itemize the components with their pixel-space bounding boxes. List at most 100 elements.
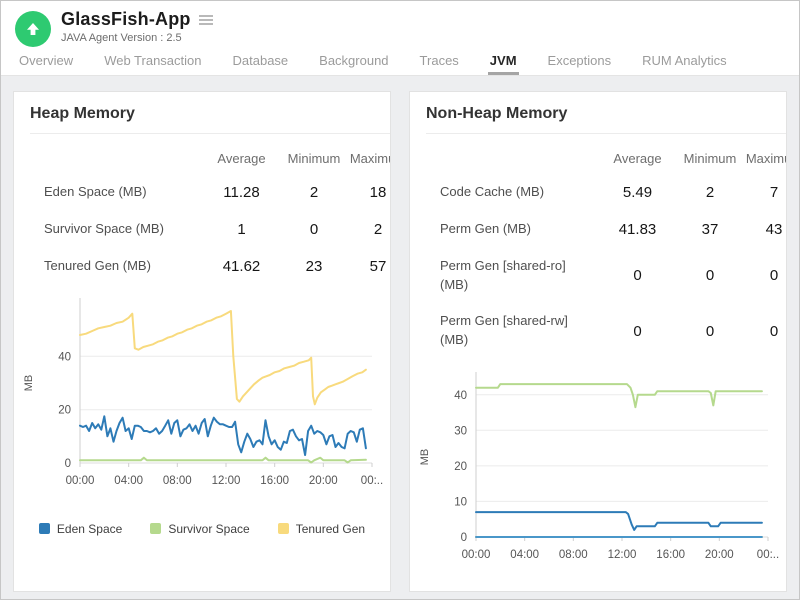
table-row: Perm Gen (MB) 41.83 37 43: [410, 211, 787, 248]
min-value: 0: [680, 267, 740, 284]
metric-label: Perm Gen (MB): [410, 220, 595, 239]
x-tick-label: 20:00: [309, 475, 338, 487]
max-value: 2: [344, 221, 391, 238]
legend-swatch: [278, 523, 289, 534]
series-line-tenured-gen: [80, 311, 366, 404]
col-average: Average: [199, 151, 284, 166]
x-tick-label: 04:00: [114, 475, 143, 487]
table-row: Code Cache (MB) 5.49 2 7: [410, 174, 787, 211]
y-tick-label: 0: [65, 458, 71, 470]
max-value: 0: [740, 267, 787, 284]
x-tick-label: 08:00: [163, 475, 192, 487]
x-tick-label: 00:..: [361, 475, 383, 487]
min-value: 0: [284, 221, 344, 238]
legend-swatch: [39, 523, 50, 534]
metric-label: Survivor Space (MB): [14, 220, 199, 239]
min-value: 0: [680, 323, 740, 340]
avg-value: 0: [595, 267, 680, 284]
table-row: Survivor Space (MB) 1 0 2: [14, 211, 391, 248]
series-line-perm-gen: [476, 384, 762, 407]
non-heap-memory-chart: 01020304000:0004:0008:0012:0016:0020:000…: [414, 367, 786, 588]
x-tick-label: 00:00: [66, 475, 95, 487]
metric-label: Perm Gen [shared-rw] (MB): [410, 312, 595, 350]
table-header-row: Average Minimum Maximum: [410, 146, 787, 170]
max-value: 43: [740, 221, 787, 238]
agent-version-label: JAVA Agent Version : 2.5: [61, 32, 215, 44]
legend-row: Eden Space Survivor Space Tenured Gen: [39, 522, 365, 536]
y-tick-label: 20: [454, 461, 467, 473]
tab-exceptions[interactable]: Exceptions: [546, 53, 614, 75]
legend-item-survivor-space[interactable]: Survivor Space: [150, 522, 249, 536]
divider: [30, 133, 390, 134]
heap-memory-chart: 0 20 40 00:00 04:00 08:00 12:00 16:00 20:00 00:..…: [18, 293, 390, 514]
tab-bar: Overview Web Transaction Database Backgr…: [1, 49, 799, 76]
y-tick-label: 20: [58, 404, 71, 416]
heap-memory-panel: Heap Memory Average Minimum Maximum Eden…: [13, 91, 391, 592]
tab-rum-analytics[interactable]: RUM Analytics: [640, 53, 729, 75]
tab-jvm[interactable]: JVM: [488, 53, 519, 75]
avg-value: 41.62: [199, 258, 284, 275]
y-tick-label: 30: [454, 425, 467, 437]
heap-memory-table: Average Minimum Maximum Eden Space (MB) …: [14, 146, 391, 285]
x-tick-label: 08:00: [559, 549, 588, 561]
table-row: Eden Space (MB) 11.28 2 18: [14, 174, 391, 211]
tab-database[interactable]: Database: [231, 53, 291, 75]
col-maximum: Maximum: [740, 151, 787, 166]
y-tick-label: 0: [461, 532, 467, 544]
legend-label: Tenured Gen: [296, 522, 365, 536]
min-value: 2: [284, 184, 344, 201]
metric-label: Perm Gen [shared-ro] (MB): [410, 257, 595, 295]
series-line-survivor-space: [80, 457, 366, 462]
metric-label: Code Cache (MB): [410, 183, 595, 202]
app-header: GlassFish-App JAVA Agent Version : 2.5: [1, 1, 799, 49]
divider: [426, 133, 786, 134]
non-heap-memory-title: Non-Heap Memory: [410, 92, 786, 133]
x-tick-label: 16:00: [260, 475, 289, 487]
table-header-row: Average Minimum Maximum: [14, 146, 391, 170]
metric-label: Eden Space (MB): [14, 183, 199, 202]
legend-label: Survivor Space: [168, 522, 249, 536]
legend-item-eden-space[interactable]: Eden Space: [39, 522, 122, 536]
avg-value: 41.83: [595, 221, 680, 238]
non-heap-memory-panel: Non-Heap Memory Average Minimum Maximum …: [409, 91, 787, 592]
series-line-eden-space: [80, 416, 366, 455]
metric-label: Tenured Gen (MB): [14, 257, 199, 276]
non-heap-memory-table: Average Minimum Maximum Code Cache (MB) …: [410, 146, 787, 359]
tab-background[interactable]: Background: [317, 53, 390, 75]
y-tick-label: 40: [58, 351, 71, 363]
col-minimum: Minimum: [680, 151, 740, 166]
tab-web-transaction[interactable]: Web Transaction: [102, 53, 203, 75]
tab-traces[interactable]: Traces: [418, 53, 461, 75]
heap-memory-legend: Eden Space Survivor Space Tenured Gen: [14, 522, 390, 536]
y-axis-title: MB: [23, 374, 35, 391]
y-tick-label: 40: [454, 390, 467, 402]
x-tick-label: 16:00: [656, 549, 685, 561]
avg-value: 0: [595, 323, 680, 340]
max-value: 7: [740, 184, 787, 201]
heap-memory-title: Heap Memory: [14, 92, 390, 133]
page-title: GlassFish-App: [61, 9, 191, 30]
max-value: 0: [740, 323, 787, 340]
table-row: Perm Gen [shared-ro] (MB) 0 0 0: [410, 248, 787, 304]
avg-value: 5.49: [595, 184, 680, 201]
app-status-icon: [15, 11, 51, 47]
x-tick-label: 12:00: [212, 475, 241, 487]
x-tick-label: 20:00: [705, 549, 734, 561]
hamburger-menu-icon[interactable]: [197, 13, 215, 27]
x-tick-label: 12:00: [608, 549, 637, 561]
col-maximum: Maximum: [344, 151, 391, 166]
max-value: 18: [344, 184, 391, 201]
legend-item-tenured-gen[interactable]: Tenured Gen: [278, 522, 365, 536]
x-tick-label: 00:..: [757, 549, 779, 561]
avg-value: 11.28: [199, 184, 284, 201]
avg-value: 1: [199, 221, 284, 238]
y-tick-label: 10: [454, 496, 467, 508]
col-minimum: Minimum: [284, 151, 344, 166]
apm-dashboard: GlassFish-App JAVA Agent Version : 2.5 O…: [0, 0, 800, 600]
x-tick-label: 04:00: [510, 549, 539, 561]
y-axis-title: MB: [419, 449, 431, 466]
legend-label: Eden Space: [57, 522, 122, 536]
tab-overview[interactable]: Overview: [17, 53, 75, 75]
col-average: Average: [595, 151, 680, 166]
jvm-content: Heap Memory Average Minimum Maximum Eden…: [1, 76, 799, 600]
